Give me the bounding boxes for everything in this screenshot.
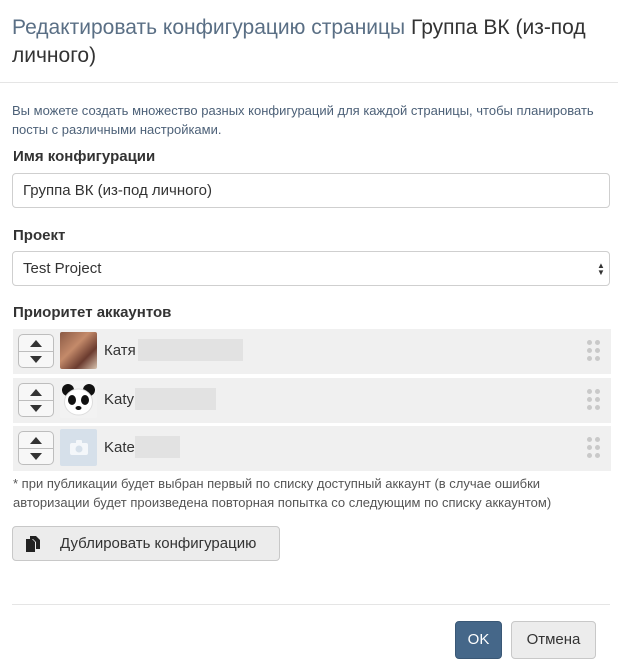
- move-down-button[interactable]: [19, 400, 53, 416]
- account-row[interactable]: Катя: [13, 329, 611, 374]
- priority-note: * при публикации будет выбран первый по …: [13, 476, 552, 510]
- accounts-label: Приоритет аккаунтов: [13, 304, 172, 321]
- drag-handle-icon[interactable]: [587, 340, 601, 362]
- select-arrows-icon: ▲ ▼: [597, 261, 605, 277]
- project-select-value: Test Project: [23, 260, 102, 277]
- move-down-button[interactable]: [19, 351, 53, 367]
- project-select[interactable]: Test Project ▲ ▼: [12, 251, 610, 286]
- duplicate-config-button[interactable]: Дублировать конфигурацию: [12, 526, 280, 561]
- priority-stepper: [18, 334, 54, 368]
- modal-header: Редактировать конфигурацию страницы Груп…: [0, 0, 618, 83]
- move-down-button[interactable]: [19, 448, 53, 464]
- drag-handle-icon[interactable]: [587, 437, 601, 459]
- modal-title: Редактировать конфигурацию страницы Груп…: [12, 14, 612, 70]
- avatar: [60, 332, 97, 369]
- account-row[interactable]: Kate: [13, 426, 611, 471]
- cancel-button[interactable]: Отмена: [511, 621, 596, 659]
- account-name: Kate: [104, 439, 135, 456]
- config-name-label: Имя конфигурации: [13, 148, 156, 165]
- move-up-button[interactable]: [19, 384, 53, 401]
- account-name: Катя: [104, 342, 136, 359]
- account-row[interactable]: Katy: [13, 378, 611, 423]
- footer-divider: [12, 604, 610, 605]
- project-label: Проект: [13, 227, 66, 244]
- arrow-up-icon: [30, 388, 42, 396]
- avatar: [60, 381, 97, 418]
- intro-text: Вы можете создать множество разных конфи…: [12, 103, 594, 137]
- arrow-down-icon: [30, 355, 42, 363]
- avatar: [60, 429, 97, 466]
- arrow-down-icon: [30, 404, 42, 412]
- move-up-button[interactable]: [19, 335, 53, 352]
- redacted-surname: [135, 436, 180, 458]
- redacted-surname: [138, 339, 243, 361]
- config-name-input[interactable]: Группа ВК (из-под личного): [12, 173, 610, 208]
- priority-stepper: [18, 431, 54, 465]
- arrow-down-icon: [30, 452, 42, 460]
- arrow-up-icon: [30, 339, 42, 347]
- drag-handle-icon[interactable]: [587, 389, 601, 411]
- redacted-surname: [135, 388, 216, 410]
- move-up-button[interactable]: [19, 432, 53, 449]
- arrow-up-icon: [30, 436, 42, 444]
- copy-icon: [26, 536, 40, 552]
- priority-stepper: [18, 383, 54, 417]
- camera-placeholder-icon: [69, 440, 88, 455]
- account-name: Katy: [104, 391, 135, 408]
- duplicate-config-label: Дублировать конфигурацию: [60, 535, 257, 552]
- ok-button[interactable]: OK: [455, 621, 502, 659]
- modal-title-prefix: Редактировать конфигурацию страницы: [12, 16, 406, 39]
